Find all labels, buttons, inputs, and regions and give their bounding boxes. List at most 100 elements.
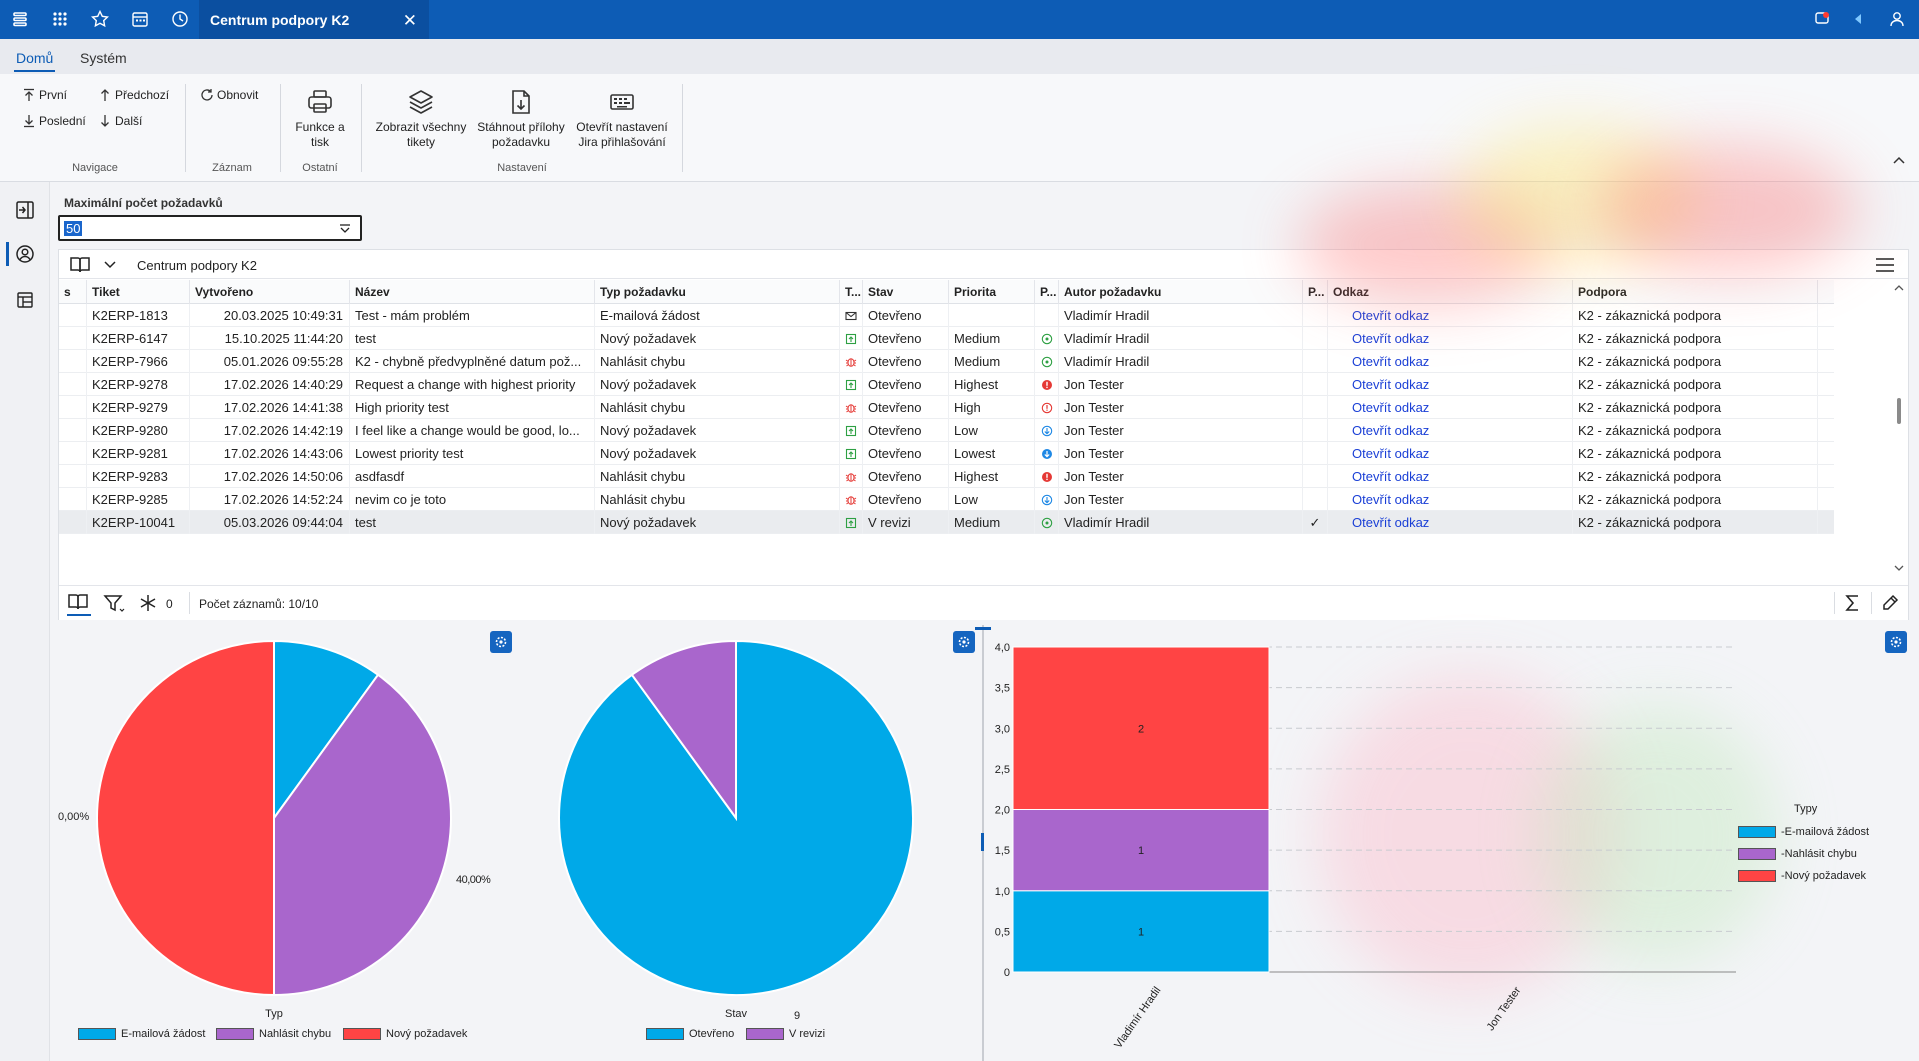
refresh-button[interactable]: Obnovit — [200, 88, 258, 102]
cell-type: Nový požadavek — [595, 511, 840, 534]
menu-system[interactable]: Systém — [80, 50, 127, 66]
new-type-icon — [845, 379, 857, 391]
cell-link[interactable]: Otevřít odkaz — [1328, 442, 1573, 465]
chart2-settings-gear-icon[interactable] — [953, 631, 975, 653]
splitter-handle[interactable] — [981, 833, 984, 851]
cell-tiket: K2ERP-9280 — [87, 419, 190, 442]
next-button[interactable]: Další — [98, 114, 142, 128]
cell-type: Nový požadavek — [595, 373, 840, 396]
table-view-icon[interactable] — [13, 288, 37, 312]
book-view-toggle-icon[interactable] — [67, 592, 91, 616]
snowflake-icon[interactable] — [139, 594, 157, 612]
header-col-name[interactable]: Název — [350, 280, 595, 304]
cell-link[interactable]: Otevřít odkaz — [1328, 350, 1573, 373]
cell-link[interactable]: Otevřít odkaz — [1328, 304, 1573, 327]
table-row[interactable]: K2ERP-9280 17.02.2026 14:42:19 I feel like… — [59, 419, 1834, 442]
sigma-sum-icon[interactable] — [1844, 594, 1862, 612]
vertical-scrollbar[interactable] — [1890, 280, 1908, 580]
chevron-down-icon[interactable] — [103, 258, 117, 272]
cell-author: Vladimír Hradil — [1059, 327, 1303, 350]
header-col-created[interactable]: Vytvořeno — [190, 280, 350, 304]
star-icon[interactable] — [89, 8, 111, 30]
filter-funnel-icon[interactable] — [103, 594, 125, 614]
y-tick-label: 3,5 — [995, 683, 1010, 695]
low-priority-icon — [1041, 494, 1053, 506]
new-type-icon — [845, 333, 857, 345]
notification-icon[interactable] — [1811, 8, 1833, 30]
print-functions-button[interactable]: Funkce a tisk — [289, 88, 351, 150]
table-row[interactable]: K2ERP-7966 05.01.2026 09:55:28 K2 - chybně… — [59, 350, 1834, 373]
previous-button[interactable]: Předchozí — [98, 88, 169, 102]
close-icon[interactable]: ✕ — [403, 11, 417, 31]
cell-link[interactable]: Otevřít odkaz — [1328, 511, 1573, 534]
expand-panel-icon[interactable] — [13, 198, 37, 222]
table-row[interactable]: K2ERP-6147 15.10.2025 11:44:20 test Nový po… — [59, 327, 1834, 350]
header-col-p[interactable]: P... — [1035, 280, 1059, 304]
header-col-tiket[interactable]: Tiket — [87, 280, 190, 304]
edit-pencil-icon[interactable] — [1881, 594, 1899, 612]
user-profile-icon[interactable] — [13, 242, 37, 266]
cell-s — [59, 419, 87, 442]
cell-created: 05.01.2026 09:55:28 — [190, 350, 350, 373]
header-col-type[interactable]: Typ požadavku — [595, 280, 840, 304]
dropdown-chevron-icon[interactable] — [338, 222, 352, 236]
cell-link[interactable]: Otevřít odkaz — [1328, 327, 1573, 350]
legend-email: E-mailová žádost — [78, 1028, 205, 1040]
cell-tiket: K2ERP-9279 — [87, 396, 190, 419]
last-button[interactable]: Poslední — [22, 114, 86, 128]
chart1-settings-gear-icon[interactable] — [490, 631, 512, 653]
table-row[interactable]: K2ERP-9283 17.02.2026 14:50:06 asdfasdf Nah… — [59, 465, 1834, 488]
table-row[interactable]: K2ERP-9278 17.02.2026 14:40:29 Request a c… — [59, 373, 1834, 396]
show-all-tickets-button[interactable]: Zobrazit všechny tikety — [371, 88, 471, 150]
menu-lines-icon[interactable] — [1876, 257, 1894, 273]
cell-p — [1035, 350, 1059, 373]
divider — [682, 84, 683, 172]
calendar-icon[interactable] — [129, 8, 151, 30]
bug-type-icon — [845, 356, 857, 368]
table-row[interactable]: K2ERP-9279 17.02.2026 14:41:38 High priori… — [59, 396, 1834, 419]
tab-centrum-podpory[interactable]: Centrum podpory K2 ✕ — [199, 0, 429, 39]
cell-s — [59, 396, 87, 419]
cell-p2 — [1303, 396, 1328, 419]
menu-domu[interactable]: Domů — [13, 50, 56, 72]
cell-p2 — [1303, 488, 1328, 511]
cell-t — [840, 488, 863, 511]
cell-link[interactable]: Otevřít odkaz — [1328, 488, 1573, 511]
header-col-stav[interactable]: Stav — [863, 280, 949, 304]
cell-type: Nahlásit chybu — [595, 396, 840, 419]
first-button[interactable]: První — [22, 88, 67, 102]
header-col-priorita[interactable]: Priorita — [949, 280, 1035, 304]
mail-type-icon — [845, 310, 857, 322]
pie2-axis-label: Stav — [725, 1008, 748, 1020]
cell-link[interactable]: Otevřít odkaz — [1328, 396, 1573, 419]
cell-link[interactable]: Otevřít odkaz — [1328, 419, 1573, 442]
table-row[interactable]: K2ERP-9285 17.02.2026 14:52:24 nevim co je… — [59, 488, 1834, 511]
header-col-t[interactable]: T... — [840, 280, 863, 304]
header-col-s[interactable]: s — [59, 280, 87, 304]
cell-priorita: Highest — [949, 465, 1035, 488]
table-row[interactable]: K2ERP-1813 20.03.2025 10:49:31 Test - mám … — [59, 304, 1834, 327]
history-clock-icon[interactable] — [169, 8, 191, 30]
table-row[interactable]: K2ERP-10041 05.03.2026 09:44:04 test Nový p… — [59, 511, 1834, 534]
cell-p — [1035, 304, 1059, 327]
hamburger-menu-icon[interactable] — [9, 8, 31, 30]
cell-type: Nahlásit chybu — [595, 488, 840, 511]
jira-settings-button[interactable]: Otevřít nastavení Jira přihlašování — [572, 88, 672, 150]
book-view-icon[interactable] — [69, 255, 91, 275]
chart3-settings-gear-icon[interactable] — [1885, 631, 1907, 653]
cell-podpora: K2 - zákaznická podpora — [1573, 350, 1818, 373]
splitter-handle[interactable] — [975, 627, 991, 630]
header-col-podpora[interactable]: Podpora — [1573, 280, 1818, 304]
cell-link[interactable]: Otevřít odkaz — [1328, 465, 1573, 488]
apps-grid-icon[interactable] — [49, 8, 71, 30]
download-attachments-button[interactable]: Stáhnout přílohy požadavku — [472, 88, 570, 150]
collapse-ribbon-icon[interactable] — [1891, 152, 1907, 168]
table-row[interactable]: K2ERP-9281 17.02.2026 14:43:06 Lowest prio… — [59, 442, 1834, 465]
filter-count: 0 — [166, 597, 173, 611]
max-requests-input[interactable]: 50 — [58, 215, 362, 241]
user-account-icon[interactable] — [1886, 8, 1908, 30]
header-col-p2[interactable]: P... — [1303, 280, 1328, 304]
cell-tiket: K2ERP-6147 — [87, 327, 190, 350]
cell-link[interactable]: Otevřít odkaz — [1328, 373, 1573, 396]
header-col-author[interactable]: Autor požadavku — [1059, 280, 1303, 304]
